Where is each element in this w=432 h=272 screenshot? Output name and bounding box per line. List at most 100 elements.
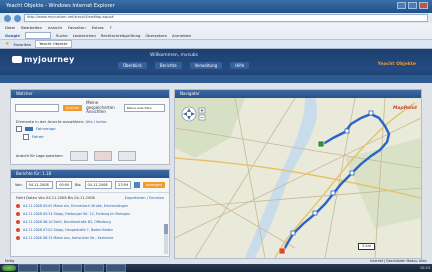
event-text[interactable]: 04.11.2008 07:02 Stopp, Hauptstraße 7, B…	[23, 228, 113, 232]
header-strip	[0, 75, 432, 83]
page-content: myjourney Willkommen, mvsubs Überblick B…	[0, 49, 432, 259]
menu-item[interactable]: Favoriten	[68, 25, 86, 30]
nav-item-overview[interactable]: Überblick	[118, 62, 147, 69]
table-row[interactable]: 04.11.2008 05:05 Motor ein, Emmerlach St…	[11, 202, 169, 210]
from-label: Von:	[15, 183, 23, 187]
export-links[interactable]: Exportieren / Drucken	[125, 196, 164, 200]
list-item[interactable]: Fahrzeuge	[11, 125, 169, 133]
map-graphic	[175, 98, 421, 258]
back-button[interactable]	[4, 14, 11, 22]
nav-item-reports[interactable]: Berichte	[154, 62, 182, 69]
minimize-button[interactable]	[397, 2, 406, 9]
show-button[interactable]: Anzeigen	[142, 182, 166, 188]
table-row[interactable]: 04.11.2008 08:15 Motor aus, Karlsruher S…	[11, 234, 169, 242]
hint-text: Elemente in der Ansicht auswählen:	[16, 118, 85, 124]
table-row[interactable]: 04.11.2008 07:02 Stopp, Hauptstraße 7, B…	[11, 226, 169, 234]
search-button[interactable]: Suchen	[63, 104, 83, 111]
saved-views-select[interactable]: Meine Ansichten	[123, 103, 165, 112]
site-nav: Überblick Berichte Verwaltung Hilfe	[118, 62, 250, 69]
logo-text: myjourney	[24, 55, 75, 64]
event-marker-icon	[16, 220, 20, 224]
table-row[interactable]: 04.11.2008 06:10 Fahrt, Bundesstraße B3,…	[11, 218, 169, 226]
panel-title: Berichte für: 1.18	[16, 171, 52, 176]
search-row: Suchen Meine gespeicherten Ansichten Mei…	[11, 98, 169, 118]
toolbar-item[interactable]: Suche	[56, 33, 68, 38]
forest-area	[175, 98, 245, 158]
google-search-input[interactable]	[24, 31, 51, 39]
save-view-button[interactable]	[70, 151, 88, 161]
calendar-icon[interactable]	[133, 182, 140, 188]
object-label[interactable]: Fahrzeuge	[36, 126, 56, 131]
to-time-input[interactable]: 23:59	[115, 181, 131, 189]
site-header: myjourney Willkommen, mvsubs Überblick B…	[0, 49, 432, 83]
browser-tab[interactable]: Yeacht Objekte	[35, 40, 72, 48]
site-logo[interactable]: myjourney	[12, 55, 74, 64]
favorites-bar: ★ Favoriten Yeacht Objekte	[0, 40, 432, 49]
taskbar-item[interactable]	[18, 264, 38, 272]
truck-icon	[25, 126, 33, 131]
event-marker-icon	[16, 204, 20, 208]
nav-item-admin[interactable]: Verwaltung	[189, 62, 223, 69]
from-date-input[interactable]: 04.11.2008	[25, 181, 54, 189]
event-marker-icon	[16, 212, 20, 216]
toolbar-item[interactable]: Rechtschreibprüfung	[101, 33, 140, 38]
menu-item[interactable]: ?	[110, 25, 112, 30]
table-row[interactable]: 04.11.2008 05:34 Stopp, Freiburger Str. …	[11, 210, 169, 218]
footer-text: Ansicht für Lage speichern	[16, 154, 63, 158]
event-marker-icon	[16, 228, 20, 232]
start-marker	[317, 140, 325, 148]
list-item[interactable]: Fahrer	[11, 133, 169, 141]
panel-header: Berichte für: 1.18	[11, 170, 169, 178]
menu-item[interactable]: Extras	[92, 25, 104, 30]
objects-link[interactable]: Yeacht Objekte	[378, 62, 416, 67]
panel-header: Watcher	[11, 90, 169, 98]
taskbar-item[interactable]	[106, 264, 126, 272]
logo-icon	[12, 56, 22, 63]
scrollbar[interactable]	[164, 224, 168, 254]
map-canvas[interactable]: MapPoint 2 km	[175, 98, 421, 258]
delete-view-button[interactable]	[94, 151, 112, 161]
start-button[interactable]	[2, 265, 16, 271]
star-icon[interactable]: ★	[5, 41, 9, 47]
taskbar-item[interactable]	[62, 264, 82, 272]
select-all-link[interactable]: Alle / keine	[86, 119, 107, 124]
menu-item[interactable]: Bearbeiten	[21, 25, 42, 30]
to-date-input[interactable]: 04.11.2008	[84, 181, 113, 189]
maximize-button[interactable]	[408, 2, 417, 9]
event-text[interactable]: 04.11.2008 08:15 Motor aus, Karlsruher S…	[23, 236, 113, 240]
water-area	[245, 98, 318, 258]
event-text[interactable]: 04.11.2008 05:34 Stopp, Freiburger Str. …	[23, 212, 130, 216]
from-time-input[interactable]: 00:00	[56, 181, 73, 189]
taskbar-item[interactable]	[40, 264, 60, 272]
toolbar-item[interactable]: Lesezeichen	[73, 33, 96, 38]
refresh-button[interactable]	[118, 151, 136, 161]
forward-button[interactable]	[14, 14, 21, 22]
menu-item[interactable]: Ansicht	[48, 25, 62, 30]
date-range: Von: 04.11.2008 00:00 Bis: 04.11.2008 23…	[11, 178, 169, 192]
welcome-text: Willkommen, mvsubs	[150, 53, 198, 58]
nav-item-help[interactable]: Hilfe	[230, 62, 250, 69]
panel-title: Watcher	[16, 91, 33, 96]
route-header: Fahrt Daten Von 04.11.2008 Bis 04.11.200…	[11, 192, 169, 202]
taskbar-item[interactable]	[84, 264, 104, 272]
panel-footer: Ansicht für Lage speichern	[16, 151, 164, 161]
menu-item[interactable]: Datei	[5, 25, 15, 30]
toolbar-item[interactable]: Anmelden	[172, 33, 191, 38]
google-toolbar: Google Suche Lesezeichen Rechtschreibprü…	[0, 31, 432, 40]
end-marker	[278, 247, 286, 255]
route-panel: Berichte für: 1.18 Von: 04.11.2008 00:00…	[10, 169, 170, 257]
checkbox[interactable]	[16, 125, 22, 132]
selection-hint: Elemente in der Ansicht auswählen: Alle …	[11, 118, 169, 125]
event-text[interactable]: 04.11.2008 05:05 Motor ein, Emmerlach St…	[23, 204, 128, 208]
event-text[interactable]: 04.11.2008 06:10 Fahrt, Bundesstraße B3,…	[23, 220, 111, 224]
scroll-thumb[interactable]	[164, 224, 168, 234]
favorites-button[interactable]: Favoriten	[13, 42, 31, 47]
close-button[interactable]	[419, 2, 428, 9]
checkbox[interactable]	[23, 133, 29, 140]
watcher-panel: Watcher Suchen Meine gespeicherten Ansic…	[10, 89, 170, 165]
url-input[interactable]: http://www.mycustom.net/track/ViewMap.as…	[24, 14, 428, 22]
toolbar-item[interactable]: Übersetzen	[145, 33, 167, 38]
search-input[interactable]	[15, 103, 60, 112]
saved-views-label: Meine gespeicherten Ansichten	[86, 100, 115, 114]
object-label[interactable]: Fahrer	[32, 134, 44, 139]
